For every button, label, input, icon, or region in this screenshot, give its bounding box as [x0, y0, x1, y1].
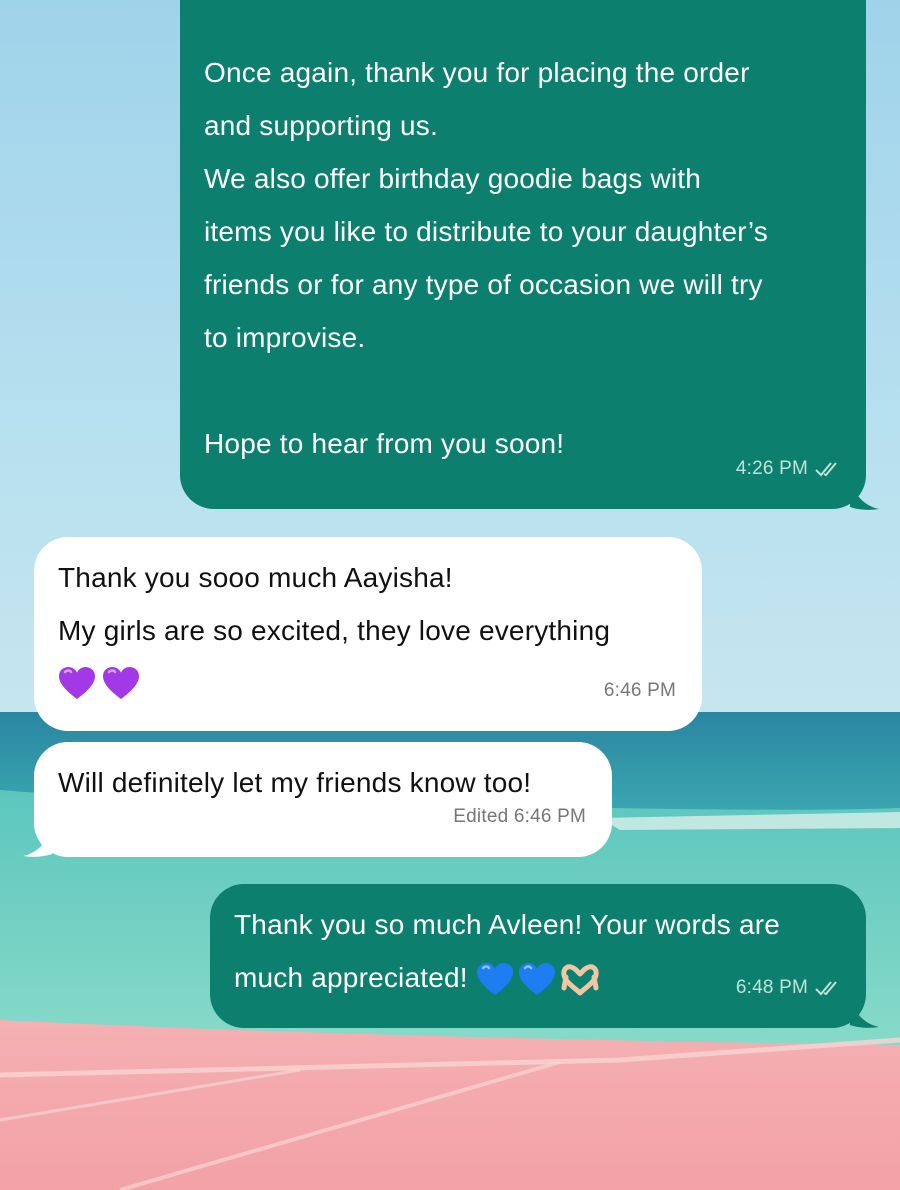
double-check-icon: [814, 460, 840, 478]
message-bubble-incoming[interactable]: Will definitely let my friends know too!…: [34, 742, 612, 857]
message-meta: 6:46 PM: [604, 664, 676, 717]
message-time: 4:26 PM: [735, 458, 808, 479]
message-meta: 4:26 PM: [736, 442, 840, 495]
bubble-tail: [850, 998, 879, 1028]
message-text: Once again, thank you for placing the or…: [204, 57, 768, 459]
message-time: Edited 6:46 PM: [453, 806, 586, 827]
message-time: 6:48 PM: [735, 977, 808, 998]
heart-hands-icon: [560, 963, 600, 996]
purple-heart-icon: [102, 666, 140, 702]
purple-heart-icon: [58, 666, 96, 702]
double-check-icon: [814, 979, 840, 997]
message-bubble-incoming[interactable]: Thank you sooo much Aayisha! My girls ar…: [34, 537, 702, 731]
message-text: Thank you sooo much Aayisha! My girls ar…: [58, 562, 611, 646]
message-meta: 6:48 PM: [736, 961, 840, 1014]
message-bubble-outgoing[interactable]: Thank you so much Avleen! Your words are…: [210, 884, 866, 1028]
message-bubble-outgoing[interactable]: Once again, thank you for placing the or…: [180, 0, 866, 509]
bubble-tail: [23, 827, 52, 857]
blue-heart-icon: [518, 962, 556, 998]
emoji-row: [58, 657, 678, 710]
message-time: 6:46 PM: [603, 680, 676, 701]
message-meta: Edited 6:46 PM: [453, 790, 586, 843]
bubble-tail: [850, 480, 879, 510]
blue-heart-icon: [476, 962, 514, 998]
